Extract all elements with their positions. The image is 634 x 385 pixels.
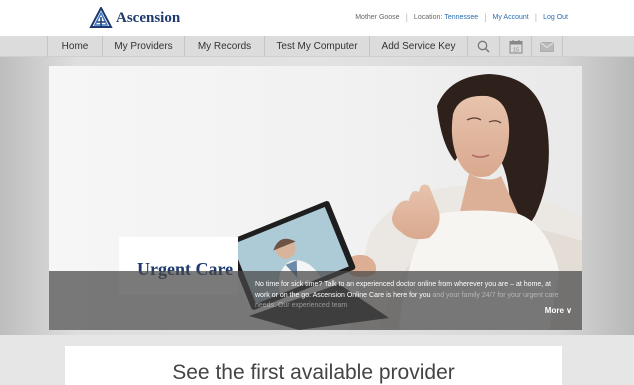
calendar-icon: 15	[509, 40, 522, 54]
user-name: Mother Goose	[355, 13, 400, 21]
hero-caption: No time for sick time? Talk to an experi…	[255, 280, 561, 312]
divider: |	[534, 12, 538, 22]
nav-test-my-computer[interactable]: Test My Computer	[264, 36, 369, 57]
calendar-day: 15	[512, 47, 518, 53]
divider: |	[405, 12, 408, 22]
brand-name: Ascension	[116, 9, 181, 26]
nav-home[interactable]: Home	[47, 36, 102, 57]
section-heading: See the first available provider	[172, 361, 455, 384]
more-link[interactable]: More ∨	[545, 306, 572, 315]
location-link[interactable]: Tennessee	[444, 14, 478, 21]
mail-icon	[540, 41, 554, 52]
first-available-card: See the first available provider	[65, 346, 562, 385]
log-out-link[interactable]: Log Out	[543, 14, 568, 21]
calendar-button[interactable]: 15	[499, 36, 531, 57]
utility-links: Mother Goose | Location: Tennessee | My …	[355, 12, 568, 22]
nav-add-service-key[interactable]: Add Service Key	[369, 36, 467, 57]
my-account-link[interactable]: My Account	[493, 14, 529, 21]
hero-banner: Urgent Care No time for sick time? Talk …	[49, 66, 582, 330]
main-nav-bar: Home My Providers My Records Test My Com…	[0, 36, 634, 57]
ascension-logo[interactable]: Ascension	[89, 7, 180, 29]
ascension-cross-icon	[89, 7, 113, 28]
search-icon	[477, 40, 490, 53]
nav-my-providers[interactable]: My Providers	[102, 36, 184, 57]
main-nav: Home My Providers My Records Test My Com…	[47, 36, 563, 57]
divider: |	[484, 12, 487, 22]
location-label: Location:	[413, 13, 443, 21]
messages-button[interactable]	[531, 36, 563, 57]
nav-my-records[interactable]: My Records	[184, 36, 264, 57]
hero-caption-bar: No time for sick time? Talk to an experi…	[49, 271, 582, 330]
search-button[interactable]	[467, 36, 499, 57]
top-header: Ascension Mother Goose | Location: Tenne…	[0, 0, 634, 36]
